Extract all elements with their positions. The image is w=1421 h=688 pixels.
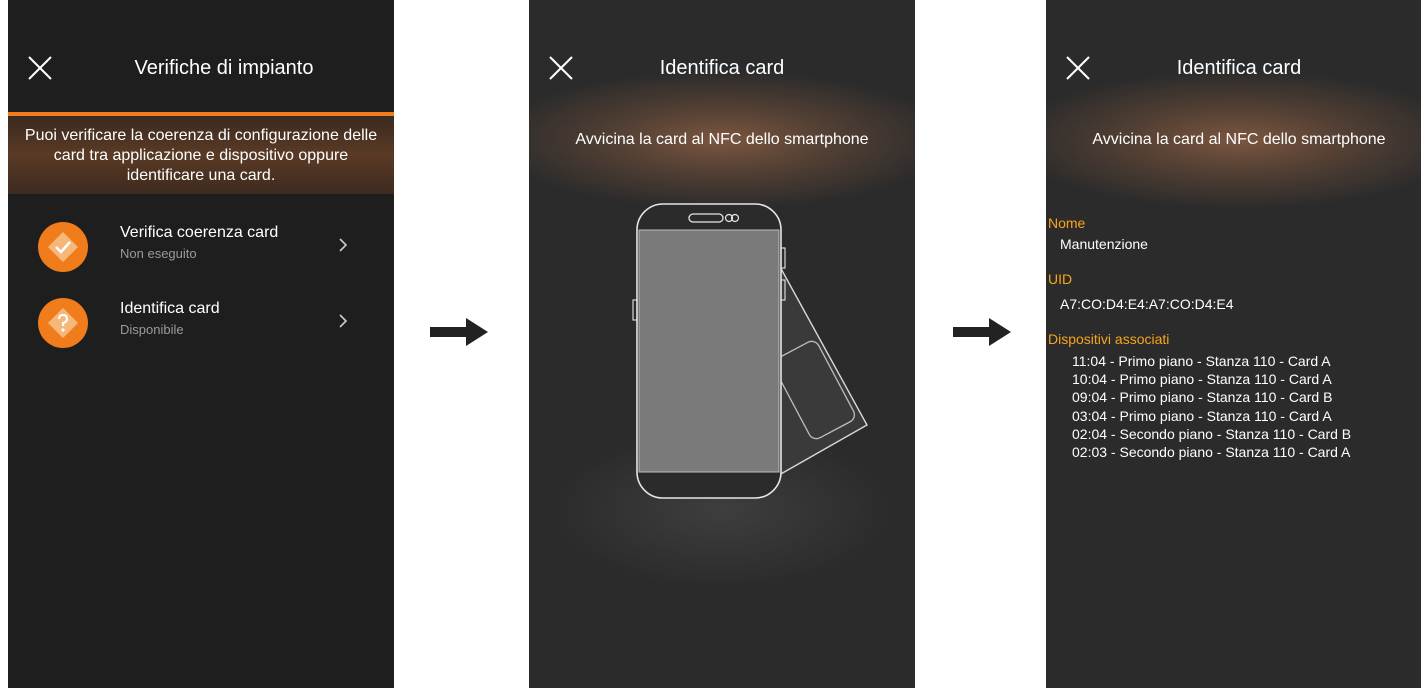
page-title: Verifiche di impianto [134,57,314,79]
question-diamond-icon [38,298,88,348]
screen-verifiche: Verifiche di impianto Puoi verificare la… [8,0,394,688]
close-button[interactable] [26,54,54,82]
name-label: Nome [1048,215,1086,231]
list-item: 10:04 - Primo piano - Stanza 110 - Card … [1072,371,1332,388]
chevron-right-icon [339,314,348,328]
page-title: Identifica card [659,57,785,79]
screen-identifica-card: Identifica card Avvicina la card al NFC … [529,0,915,688]
page-title: Identifica card [1176,57,1302,79]
list-item: 11:04 - Primo piano - Stanza 110 - Card … [1072,353,1331,369]
uid-label: UID [1048,271,1073,287]
item-status: Disponibile [120,322,184,337]
list-item: 02:04 - Secondo piano - Stanza 110 - Car… [1072,425,1352,442]
item-status: Non eseguito [120,246,197,261]
banner-text: Puoi verificare la coerenza di configura… [24,127,378,184]
list-item: 09:04 - Primo piano - Stanza 110 - Card … [1072,389,1333,406]
devices-list: 11:04 - Primo piano - Stanza 110 - Card … [1072,352,1351,461]
chevron-right-icon [339,238,348,252]
check-diamond-icon [38,222,88,272]
flow-arrow-icon [430,318,488,346]
name-value: Manutenzione [1060,236,1148,252]
list-item: 03:04 - Primo piano - Stanza 110 - Card … [1072,407,1332,424]
screen-identifica-card-result: Identifica card Avvicina la card al NFC … [1046,0,1421,688]
uid-value: A7:CO:D4:E4:A7:CO:D4:E4 [1060,296,1234,312]
devices-label: Dispositivi associati [1048,331,1170,347]
nfc-instruction: Avvicina la card al NFC dello smartphone [575,131,869,148]
flow-arrow-icon [953,318,1011,346]
item-label: Verifica coerenza card [120,224,279,241]
nfc-instruction: Avvicina la card al NFC dello smartphone [1092,131,1386,148]
phone-nfc-illustration [632,203,868,499]
item-label: Identifica card [120,300,220,317]
info-banner: Puoi verificare la coerenza di configura… [8,116,394,194]
close-icon [28,56,52,80]
menu-item-identifica-card[interactable]: Identifica card Disponibile [8,294,394,354]
list-item: 02:03 - Secondo piano - Stanza 110 - Car… [1072,444,1351,461]
smartphone-illustration [632,203,786,499]
menu-item-verifica-coerenza[interactable]: Verifica coerenza card Non eseguito [8,218,394,278]
